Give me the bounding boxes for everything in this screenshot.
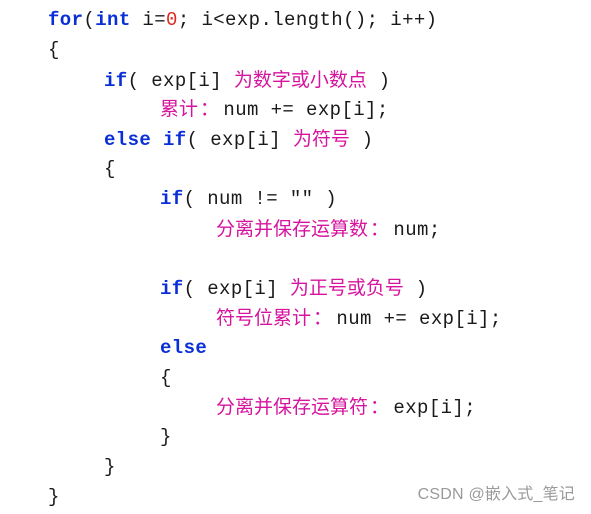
pseudo-code-block: for(int i=0; i<exp.length(); i++) { if( … <box>48 6 502 513</box>
code-text: ( exp[i] <box>183 278 290 301</box>
colon: ： <box>370 396 390 419</box>
code-line-close-brace: } <box>48 453 502 483</box>
code-line-if-sign: if( exp[i] 为正号或负号 ) <box>48 274 502 304</box>
code-text: num += exp[i]; <box>336 307 502 330</box>
code-line-open-brace: { <box>48 364 502 394</box>
colon: ： <box>370 217 390 240</box>
code-line-for-loop: for(int i=0; i<exp.length(); i++) <box>48 6 502 36</box>
code-line-open-brace: { <box>48 155 502 185</box>
csdn-watermark: CSDN @嵌入式_笔记 <box>417 486 575 503</box>
code-line-open-brace: { <box>48 36 502 66</box>
chinese-annotation: 累计 <box>160 98 199 121</box>
keyword-for: for <box>48 9 84 31</box>
chinese-annotation: 为符号 <box>292 128 350 151</box>
code-line-if-digit: if( exp[i] 为数字或小数点 ) <box>48 66 502 96</box>
code-line-save-operator: 分离并保存运算符： exp[i]; <box>48 393 502 423</box>
code-text: i= <box>130 9 167 31</box>
close-brace: } <box>48 485 60 508</box>
code-line-if-num-not-empty: if( num != "" ) <box>48 185 502 215</box>
number-literal: 0 <box>166 9 178 31</box>
chinese-annotation: 分离并保存运算符 <box>216 396 369 419</box>
code-text: num += exp[i]; <box>223 99 389 122</box>
colon: ： <box>313 306 333 329</box>
code-line-save-operand: 分离并保存运算数： num; <box>48 215 502 245</box>
code-text: exp[i]; <box>393 397 477 420</box>
keyword-else-if: else if <box>104 129 187 152</box>
code-text: ; i<exp.length(); i++) <box>177 9 438 31</box>
keyword-else: else <box>160 336 208 359</box>
code-text: ) <box>403 278 428 301</box>
chinese-annotation: 分离并保存运算数 <box>216 217 369 240</box>
chinese-annotation: 为数字或小数点 <box>233 68 367 91</box>
chinese-annotation: 符号位累计 <box>216 306 312 329</box>
code-line-sign-accumulate: 符号位累计： num += exp[i]; <box>48 304 502 334</box>
code-line-close-brace: } <box>48 423 502 453</box>
keyword-if: if <box>104 69 128 92</box>
colon: ： <box>200 98 220 121</box>
code-text: ( exp[i] <box>186 129 293 152</box>
open-brace: { <box>160 366 172 389</box>
code-text: ) <box>349 129 374 152</box>
code-text: num; <box>393 218 441 241</box>
code-line-accumulate: 累计： num += exp[i]; <box>48 95 502 125</box>
chinese-annotation: 为正号或负号 <box>289 277 404 300</box>
code-line-else-if-symbol: else if( exp[i] 为符号 ) <box>48 125 502 155</box>
close-brace: } <box>104 455 116 478</box>
close-brace: } <box>160 426 172 449</box>
keyword-int: int <box>95 9 131 31</box>
keyword-if: if <box>160 187 184 210</box>
code-text: ) <box>366 69 391 92</box>
code-text: ( num != "" ) <box>183 187 338 210</box>
keyword-if: if <box>160 278 184 301</box>
open-brace: { <box>104 157 116 180</box>
code-text: ( <box>83 9 96 31</box>
open-brace: { <box>48 38 60 61</box>
code-line-else: else <box>48 334 502 364</box>
code-text: ( exp[i] <box>127 69 234 92</box>
